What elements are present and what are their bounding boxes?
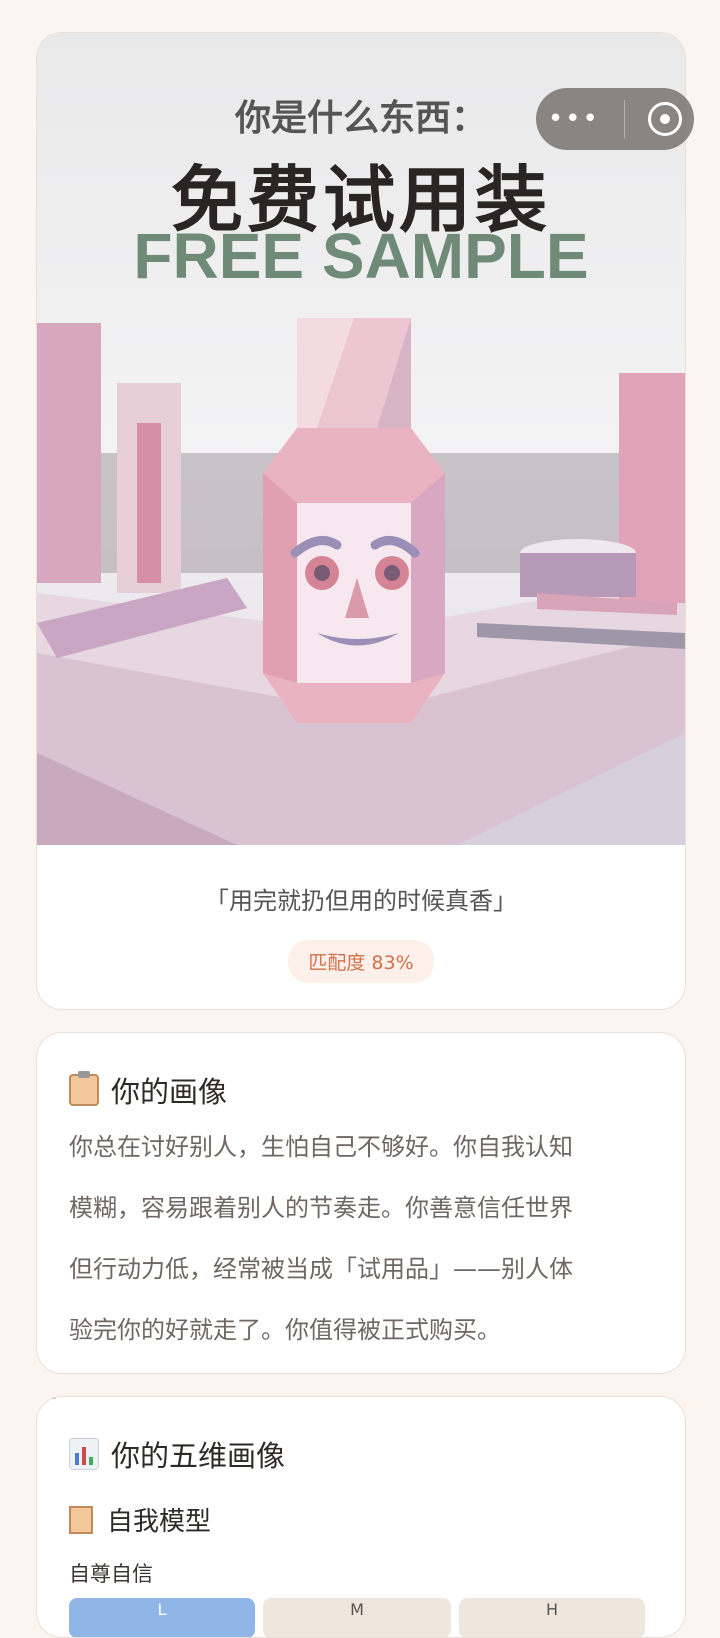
clipboard-icon — [69, 1071, 99, 1106]
level-l: L — [69, 1598, 255, 1637]
level-h: H — [459, 1598, 645, 1637]
mini-program-capsule: ••• — [536, 88, 694, 150]
model-heading: 自我模型 — [69, 1501, 685, 1538]
portrait-line: 你总在讨好别人，生怕自己不够好。你自我认知 — [69, 1133, 573, 1161]
portrait-heading: 你的画像 — [69, 1069, 685, 1111]
result-quote: 「用完就扔但用的时候真香」 — [205, 887, 517, 915]
level-bars: L M H — [69, 1598, 653, 1637]
dimensions-heading: 你的五维画像 — [69, 1433, 685, 1475]
portrait-description: 你总在讨好别人，生怕自己不够好。你自我认知 模糊，容易跟着别人的节奏走。你善意信… — [69, 1117, 653, 1361]
portrait-card: 你的画像 你总在讨好别人，生怕自己不够好。你自我认知 模糊，容易跟着别人的节奏走… — [36, 1032, 686, 1374]
dimensions-card: 你的五维画像 自我模型 自尊自信 L M H — [36, 1396, 686, 1638]
match-badge: 匹配度 83% — [288, 940, 434, 983]
hero-image: 你是什么东西： 免费试用装 FREE SAMPLE — [37, 33, 685, 845]
capsule-divider — [623, 100, 625, 138]
dimension-label: 自尊自信 — [69, 1562, 153, 1586]
dimensions-title: 你的五维画像 — [111, 1439, 286, 1473]
more-dots-icon[interactable]: ••• — [548, 106, 600, 132]
bar-chart-icon — [69, 1438, 99, 1470]
portrait-line: 验完你的好就走了。你值得被正式购买。 — [69, 1316, 501, 1344]
result-title-en: FREE SAMPLE — [133, 220, 589, 292]
result-card: 你是什么东西： 免费试用装 FREE SAMPLE 「用完就扔但用的时候真香」 … — [36, 32, 686, 1010]
level-m: M — [263, 1598, 451, 1637]
portrait-line: 但行动力低，经常被当成「试用品」——别人体 — [69, 1255, 573, 1283]
target-icon[interactable] — [648, 102, 683, 136]
portrait-title: 你的画像 — [111, 1075, 228, 1109]
portrait-line: 模糊，容易跟着别人的节奏走。你善意信任世界 — [69, 1194, 573, 1222]
clipboard-icon — [69, 1505, 93, 1534]
model-title: 自我模型 — [107, 1507, 212, 1537]
